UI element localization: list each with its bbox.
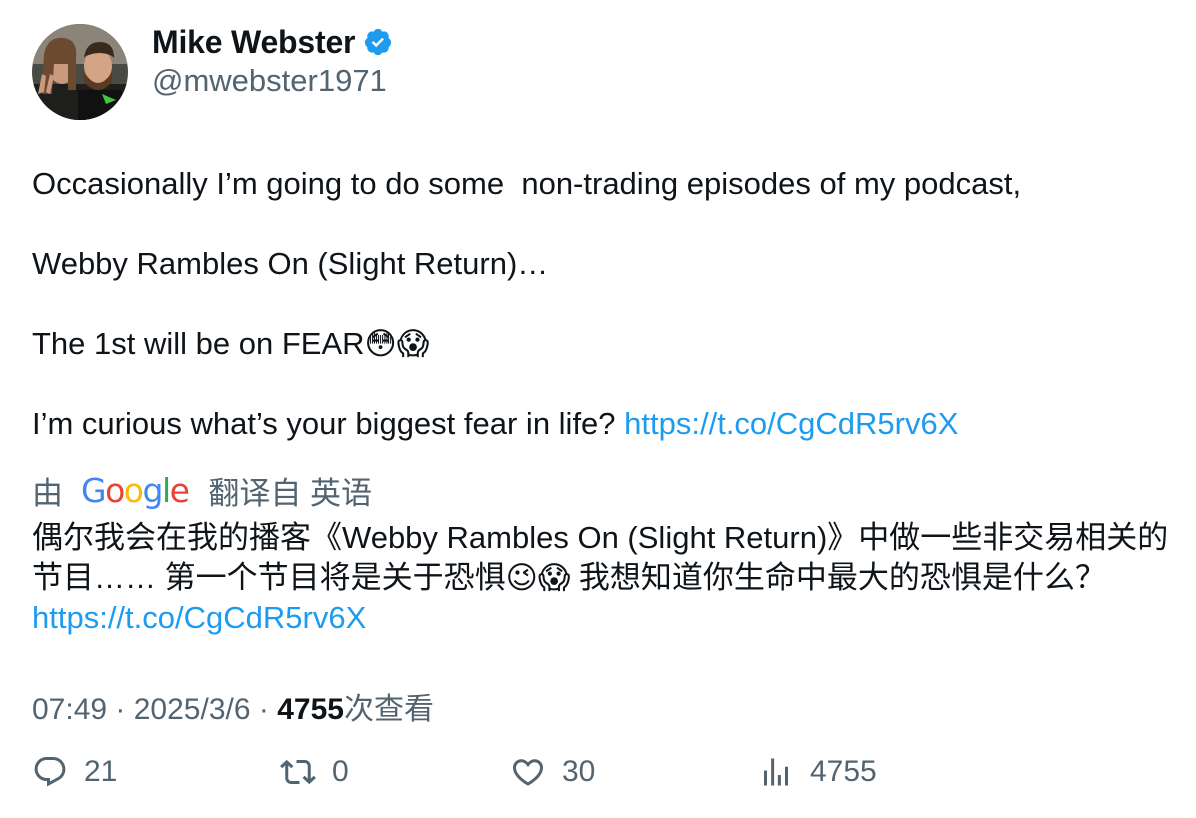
display-name[interactable]: Mike Webster [152,24,356,61]
retweet-count: 0 [332,755,349,788]
handle[interactable]: @mwebster1971 [152,63,393,99]
translated-text-part2: 我想知道你生命中最大的恐惧是什么？ [570,560,1106,595]
views-label: 次查看 [343,693,434,726]
views-action-count: 4755 [810,755,877,788]
retweet-icon [280,759,316,785]
verified-badge-icon[interactable] [363,27,393,57]
translation-prefix: 由 [32,475,63,511]
name-row: Mike Webster [152,24,393,60]
tweet-date[interactable]: 2025/3/6 [134,693,251,726]
tweet-link[interactable]: https://t.co/CgCdR5rv6X [624,406,958,441]
tweet-line-3-text: The 1st will be on FEAR [32,326,365,361]
analytics-icon [764,758,788,786]
translated-link[interactable]: https://t.co/CgCdR5rv6X [32,600,366,635]
tweet-line-4: I’m curious what’s your biggest fear in … [32,404,1172,444]
like-button[interactable]: 30 [510,754,595,790]
action-bar: 21 0 30 4755 [32,750,1172,794]
tweet-time[interactable]: 07:49 [32,693,107,726]
views-count: 4755 [277,693,344,726]
heart-icon [512,759,544,786]
translation-attribution: 由 Google 翻译自 英语 [32,470,1172,511]
tweet-meta: 07:49 · 2025/3/6 · 4755次查看 [32,684,1172,726]
translated-emojis: 😉😱 [505,560,571,596]
meta-separator: · [250,693,278,726]
tweet-header: Mike Webster @mwebster1971 [32,24,1172,120]
meta-separator: · [107,693,134,726]
tweet-line-3: The 1st will be on FEAR😳😱 [32,324,1172,364]
translation-suffix: 翻译自 英语 [208,475,373,511]
reply-icon [34,757,66,787]
google-logo: Google [81,470,190,510]
tweet: Mike Webster @mwebster1971 Occasionally … [32,24,1172,726]
tweet-text: Occasionally I’m going to do some non-tr… [32,164,1172,444]
emoji-flushed-scream: 😳😱 [364,326,430,362]
reply-count: 21 [84,755,118,788]
retweet-button[interactable]: 0 [280,754,349,790]
tweet-line-2: Webby Rambles On (Slight Return)… [32,246,549,281]
avatar[interactable] [32,24,128,120]
translated-text: 偶尔我会在我的播客《Webby Rambles On (Slight Retur… [32,518,1172,638]
reply-button[interactable]: 21 [32,754,117,790]
like-count: 30 [562,755,596,788]
views-button[interactable]: 4755 [758,754,877,790]
author-info: Mike Webster @mwebster1971 [152,24,393,99]
tweet-line-1: Occasionally I’m going to do some non-tr… [32,166,1022,201]
tweet-line-4-text: I’m curious what’s your biggest fear in … [32,406,625,441]
